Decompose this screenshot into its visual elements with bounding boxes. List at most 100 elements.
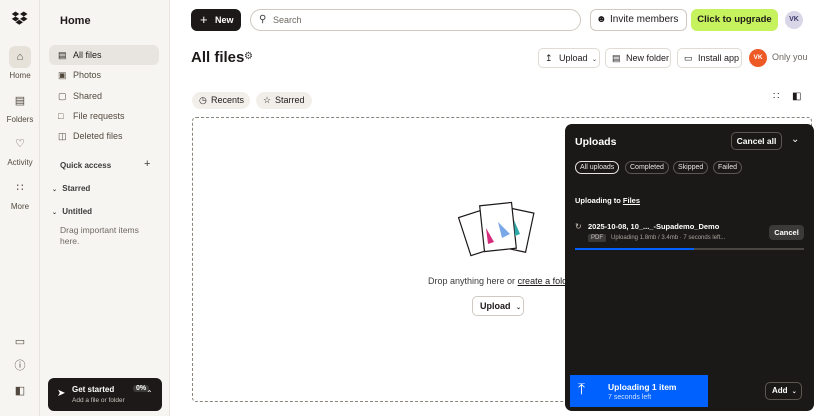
- upload-progress-track: [575, 248, 804, 250]
- uploading-to: Uploading to Files: [575, 196, 640, 205]
- rail-item-folders[interactable]: ▤ Folders: [0, 90, 40, 124]
- rail-item-label: More: [10, 202, 30, 211]
- owner-avatar[interactable]: VK: [749, 49, 767, 67]
- add-quick-access-icon[interactable]: +: [144, 158, 150, 170]
- get-started-subtitle: Add a file or folder: [72, 397, 125, 404]
- untitled-section[interactable]: ⌄ Untitled: [52, 207, 92, 216]
- invite-label: Invite members: [610, 14, 679, 25]
- desktop-icon: ▭: [684, 53, 693, 63]
- sidebar-title: Home: [60, 15, 91, 27]
- upload-icon: ↥: [545, 53, 553, 63]
- sidebar-item-label: File requests: [73, 111, 125, 121]
- rail-item-label: Folders: [6, 115, 34, 124]
- chevron-down-icon: ⌄: [516, 305, 522, 311]
- avatar[interactable]: VK: [785, 11, 803, 29]
- starred-section[interactable]: ⌄ Starred: [52, 184, 90, 193]
- sidebar-item-photos[interactable]: ▣ Photos: [49, 65, 159, 85]
- chevron-down-icon: ⌄: [52, 210, 58, 216]
- file-status: Uploading 1.8mb / 3.4mb · 7 seconds left…: [611, 235, 726, 241]
- chip-label: Recents: [211, 95, 245, 105]
- gear-icon[interactable]: ⚙: [244, 51, 253, 62]
- app-rail: ⌂ Home ▤ Folders ♡ Activity ∷ More ▭ ⓘ ◧: [0, 0, 40, 416]
- chip-starred[interactable]: ☆ Starred: [256, 92, 312, 109]
- uploading-to-prefix: Uploading to: [575, 196, 623, 205]
- drag-hint: Drag important items here.: [60, 225, 139, 246]
- search-input[interactable]: ⚲ Search: [250, 9, 581, 31]
- get-started-card[interactable]: ➤ Get started 0% Add a file or folder ⌃: [48, 378, 162, 411]
- sidebar-item-label: Shared: [73, 91, 103, 101]
- sidebar-toggle-icon[interactable]: ◧: [12, 383, 28, 399]
- sharing-status: Only you: [772, 52, 808, 62]
- rail-item-home[interactable]: ⌂ Home: [0, 46, 40, 80]
- center-upload-label: Upload: [480, 301, 511, 311]
- chevron-down-icon: ⌄: [592, 57, 598, 63]
- add-button[interactable]: Add ⌄: [765, 382, 802, 400]
- file-name: 2025-10-08, 10_..._-Supademo_Demo: [588, 222, 720, 231]
- folder-icon: ▤: [14, 95, 26, 107]
- cancel-all-button[interactable]: Cancel all: [731, 132, 782, 150]
- tab-skipped[interactable]: Skipped: [673, 161, 709, 174]
- page-title: All files: [191, 49, 245, 66]
- upload-button[interactable]: ↥ Upload ⌄: [538, 48, 600, 68]
- desktop-icon[interactable]: ▭: [12, 334, 28, 350]
- install-app-button[interactable]: ▭ Install app: [677, 48, 742, 68]
- chevron-down-icon: ⌄: [52, 187, 58, 193]
- new-folder-button[interactable]: ▤ New folder: [605, 48, 671, 68]
- dropbox-logo-icon[interactable]: [11, 10, 29, 28]
- chip-label: Starred: [275, 95, 305, 105]
- chevron-down-icon[interactable]: ⌄: [791, 134, 799, 145]
- quick-access-heading: Quick access: [60, 161, 112, 170]
- all-files-icon: ▤: [58, 50, 67, 60]
- invite-members-button[interactable]: ☻ Invite members: [590, 9, 687, 31]
- tab-all-uploads[interactable]: All uploads: [575, 161, 620, 174]
- home-icon: ⌂: [9, 46, 31, 68]
- rail-item-activity[interactable]: ♡ Activity: [0, 133, 40, 167]
- shared-icon: ▢: [58, 91, 67, 101]
- file-type-badge: PDF: [588, 234, 606, 242]
- sidebar-item-label: Photos: [73, 70, 102, 80]
- chip-recents[interactable]: ◷ Recents: [192, 92, 250, 109]
- uploads-panel: Uploads Cancel all ⌄ All uploads Complet…: [565, 124, 814, 411]
- destination-link[interactable]: Files: [623, 196, 640, 205]
- rocket-icon: ➤: [57, 388, 66, 399]
- new-folder-icon: ▤: [612, 53, 621, 63]
- rail-item-label: Activity: [7, 158, 33, 167]
- uploading-title: Uploading 1 item: [608, 382, 677, 392]
- new-button[interactable]: + New: [191, 9, 241, 31]
- grid-view-icon[interactable]: ∷: [773, 91, 779, 102]
- sidebar-item-file-requests[interactable]: □ File requests: [49, 106, 159, 126]
- sync-icon: ↻: [575, 222, 582, 231]
- star-icon: ☆: [263, 95, 272, 105]
- drop-text: Drop anything here or: [428, 276, 518, 286]
- tab-failed[interactable]: Failed: [713, 161, 743, 174]
- get-started-title: Get started: [72, 385, 115, 394]
- sidebar-item-shared[interactable]: ▢ Shared: [49, 86, 159, 106]
- tab-completed[interactable]: Completed: [625, 161, 669, 174]
- sidebar-item-all-files[interactable]: ▤ All files: [49, 45, 159, 65]
- uploading-status-bar[interactable]: ⤒ Uploading 1 item 7 seconds left: [570, 375, 708, 407]
- new-button-label: New: [215, 15, 234, 25]
- rail-item-more[interactable]: ∷ More: [0, 177, 40, 211]
- chevron-down-icon: ⌄: [791, 389, 797, 395]
- grid-icon: ∷: [16, 182, 24, 194]
- install-app-label: Install app: [698, 53, 740, 63]
- help-icon[interactable]: ⓘ: [12, 358, 28, 374]
- drop-instructions: Drop anything here or create a folder: [428, 276, 575, 286]
- upload-arrow-icon: ⤒: [578, 381, 586, 398]
- search-icon: ⚲: [259, 14, 267, 25]
- cancel-upload-button[interactable]: Cancel: [769, 225, 804, 240]
- upgrade-button[interactable]: Click to upgrade: [691, 9, 778, 31]
- trash-icon: ◫: [58, 131, 67, 141]
- uploading-subtitle: 7 seconds left: [608, 394, 652, 401]
- uploads-title: Uploads: [575, 136, 617, 148]
- center-upload-button[interactable]: Upload ⌄: [472, 296, 524, 316]
- upload-progress-fill: [575, 248, 695, 250]
- clock-icon: ◷: [199, 95, 207, 105]
- sidebar-item-deleted-files[interactable]: ◫ Deleted files: [49, 126, 159, 146]
- details-panel-icon[interactable]: ◧: [792, 91, 801, 102]
- file-request-icon: □: [58, 111, 64, 121]
- files-illustration-icon: [458, 201, 535, 257]
- sidebar: Home ▤ All files ▣ Photos ▢ Shared □ Fil…: [40, 0, 170, 416]
- add-label: Add: [772, 386, 788, 395]
- upload-label: Upload: [559, 53, 588, 63]
